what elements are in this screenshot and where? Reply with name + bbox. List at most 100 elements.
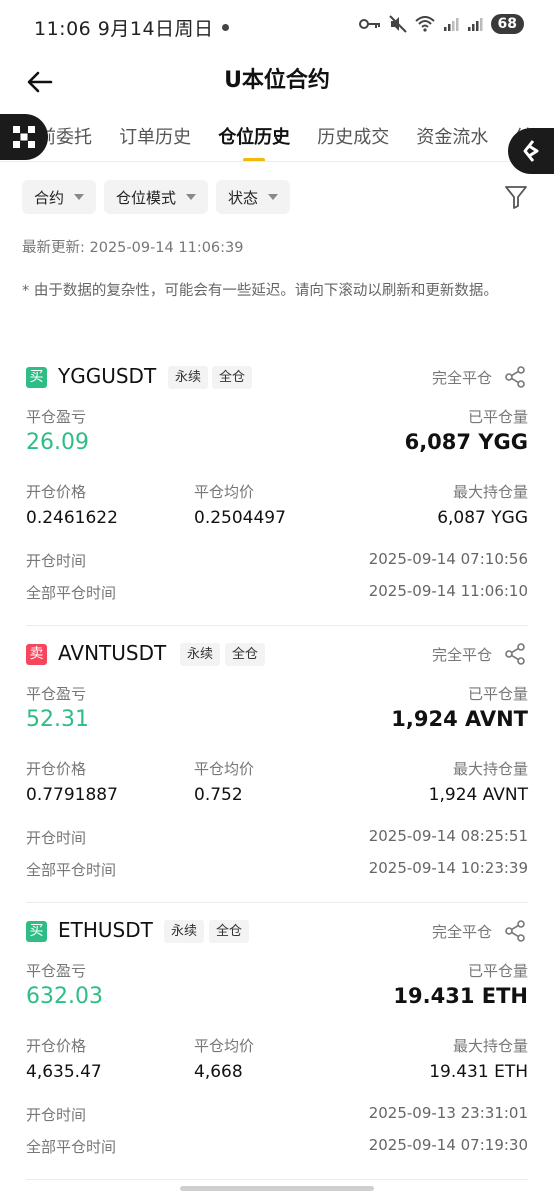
wifi-icon (414, 16, 435, 32)
max-position-label: 最大持仓量 (452, 1037, 528, 1055)
open-time-label: 开仓时间 (26, 552, 87, 570)
card-header: 买 ETHUSDT 永续 全仓 完全平仓 (26, 918, 528, 948)
status-icons: 68 (358, 14, 524, 34)
status-bar: 11:06 9月14日周日 68 (0, 0, 554, 56)
close-avg-price-value: 0.752 (194, 785, 243, 805)
notification-dot (222, 24, 229, 31)
close-type: 完全平仓 (431, 923, 492, 941)
swap-arrows-icon (523, 140, 539, 162)
max-position-value: 6,087 YGG (437, 508, 528, 528)
app-header: U本位合约 (0, 56, 554, 112)
contract-type-tag: 永续 (180, 643, 221, 666)
data-delay-notice: * 由于数据的复杂性，可能会有一些延迟。请向下滚动以刷新和更新数据。 (22, 283, 498, 299)
key-icon (358, 19, 380, 29)
close-type: 完全平仓 (431, 369, 492, 387)
symbol: AVNTUSDT (58, 641, 167, 665)
open-price-label: 开仓价格 (26, 760, 87, 778)
pnl-value: 52.31 (26, 707, 89, 732)
full-close-time-value: 2025-09-14 11:06:10 (368, 582, 528, 600)
exchange-logo-button[interactable] (0, 114, 48, 160)
close-avg-price-label: 平仓均价 (194, 483, 255, 501)
max-position-label: 最大持仓量 (452, 483, 528, 501)
pnl-value: 632.03 (26, 984, 103, 1009)
margin-mode-tag: 全仓 (212, 366, 253, 389)
caret-down-icon (268, 194, 279, 200)
open-price-label: 开仓价格 (26, 1037, 87, 1055)
contract-filter[interactable]: 合约 (22, 180, 97, 214)
open-time-value: 2025-09-14 08:25:51 (368, 827, 528, 845)
closed-qty-value: 19.431 ETH (393, 984, 528, 1008)
closed-qty-label: 已平仓量 (467, 408, 528, 426)
full-close-time-label: 全部平仓时间 (26, 1138, 117, 1156)
full-close-time-value: 2025-09-14 10:23:39 (368, 859, 528, 877)
closed-qty-label: 已平仓量 (467, 685, 528, 703)
tab-order-history[interactable]: 订单历史 (119, 123, 191, 149)
caret-down-icon (74, 194, 85, 200)
mute-icon (388, 15, 407, 33)
full-close-time-label: 全部平仓时间 (26, 584, 117, 602)
okx-logo-icon (13, 126, 35, 148)
pnl-label: 平仓盈亏 (26, 685, 87, 703)
open-time-value: 2025-09-14 07:10:56 (368, 550, 528, 568)
full-close-time-value: 2025-09-14 07:19:30 (368, 1136, 528, 1154)
side-badge: 买 (26, 367, 47, 388)
position-card[interactable]: 买 YGGUSDT 永续 全仓 完全平仓 平仓盈亏 已平仓量 26.09 6,0… (26, 364, 528, 626)
margin-mode-tag: 全仓 (209, 920, 250, 943)
signal-icon-2 (467, 18, 483, 31)
position-mode-filter-label: 仓位模式 (116, 188, 177, 207)
symbol: YGGUSDT (58, 364, 157, 388)
contract-filter-label: 合约 (34, 188, 65, 207)
position-card[interactable]: 卖 AVNTUSDT 永续 全仓 完全平仓 平仓盈亏 已平仓量 52.31 1,… (26, 641, 528, 903)
last-update: 最新更新: 2025-09-14 11:06:39 (22, 240, 244, 256)
caret-down-icon (186, 194, 197, 200)
pnl-value: 26.09 (26, 430, 89, 455)
tab-trade-history[interactable]: 历史成交 (317, 123, 389, 149)
share-icon[interactable] (504, 920, 526, 942)
status-filter[interactable]: 状态 (216, 180, 291, 214)
home-indicator[interactable] (180, 1186, 374, 1191)
side-badge: 卖 (26, 644, 47, 665)
open-price-value: 4,635.47 (26, 1062, 102, 1082)
closed-qty-label: 已平仓量 (467, 962, 528, 980)
status-filter-label: 状态 (228, 188, 259, 207)
close-avg-price-value: 0.2504497 (194, 508, 286, 528)
close-avg-price-label: 平仓均价 (194, 1037, 255, 1055)
max-position-value: 1,924 AVNT (428, 785, 528, 805)
filter-bar: 合约 仓位模式 状态 (22, 180, 291, 214)
closed-qty-value: 6,087 YGG (404, 430, 528, 454)
switch-button[interactable] (508, 128, 554, 174)
signal-icon-1 (443, 18, 459, 31)
open-time-value: 2025-09-13 23:31:01 (368, 1104, 528, 1122)
max-position-label: 最大持仓量 (452, 760, 528, 778)
battery-level: 68 (490, 14, 524, 34)
margin-mode-tag: 全仓 (225, 643, 266, 666)
funnel-filter-icon[interactable] (504, 184, 528, 210)
card-header: 卖 AVNTUSDT 永续 全仓 完全平仓 (26, 641, 528, 671)
open-price-label: 开仓价格 (26, 483, 87, 501)
tab-funding-history[interactable]: 资金流水 (416, 123, 488, 149)
card-header: 买 YGGUSDT 永续 全仓 完全平仓 (26, 364, 528, 394)
symbol: ETHUSDT (58, 918, 153, 942)
open-price-value: 0.2461622 (26, 508, 118, 528)
open-time-label: 开仓时间 (26, 829, 87, 847)
full-close-time-label: 全部平仓时间 (26, 861, 117, 879)
share-icon[interactable] (504, 366, 526, 388)
share-icon[interactable] (504, 643, 526, 665)
close-type: 完全平仓 (431, 646, 492, 664)
closed-qty-value: 1,924 AVNT (391, 707, 528, 731)
open-time-label: 开仓时间 (26, 1106, 87, 1124)
position-card[interactable]: 买 ETHUSDT 永续 全仓 完全平仓 平仓盈亏 已平仓量 632.03 19… (26, 918, 528, 1180)
side-badge: 买 (26, 921, 47, 942)
pnl-label: 平仓盈亏 (26, 408, 87, 426)
page-title: U本位合约 (224, 68, 330, 93)
open-price-value: 0.7791887 (26, 785, 118, 805)
tab-bar: 前委托 订单历史 仓位历史 历史成交 资金流水 结 (0, 112, 554, 162)
max-position-value: 19.431 ETH (429, 1062, 528, 1082)
close-avg-price-value: 4,668 (194, 1062, 243, 1082)
pnl-label: 平仓盈亏 (26, 962, 87, 980)
contract-type-tag: 永续 (164, 920, 205, 943)
position-mode-filter[interactable]: 仓位模式 (104, 180, 209, 214)
tab-position-history[interactable]: 仓位历史 (218, 123, 290, 161)
contract-type-tag: 永续 (168, 366, 209, 389)
status-time: 11:06 9月14日周日 (34, 18, 214, 40)
